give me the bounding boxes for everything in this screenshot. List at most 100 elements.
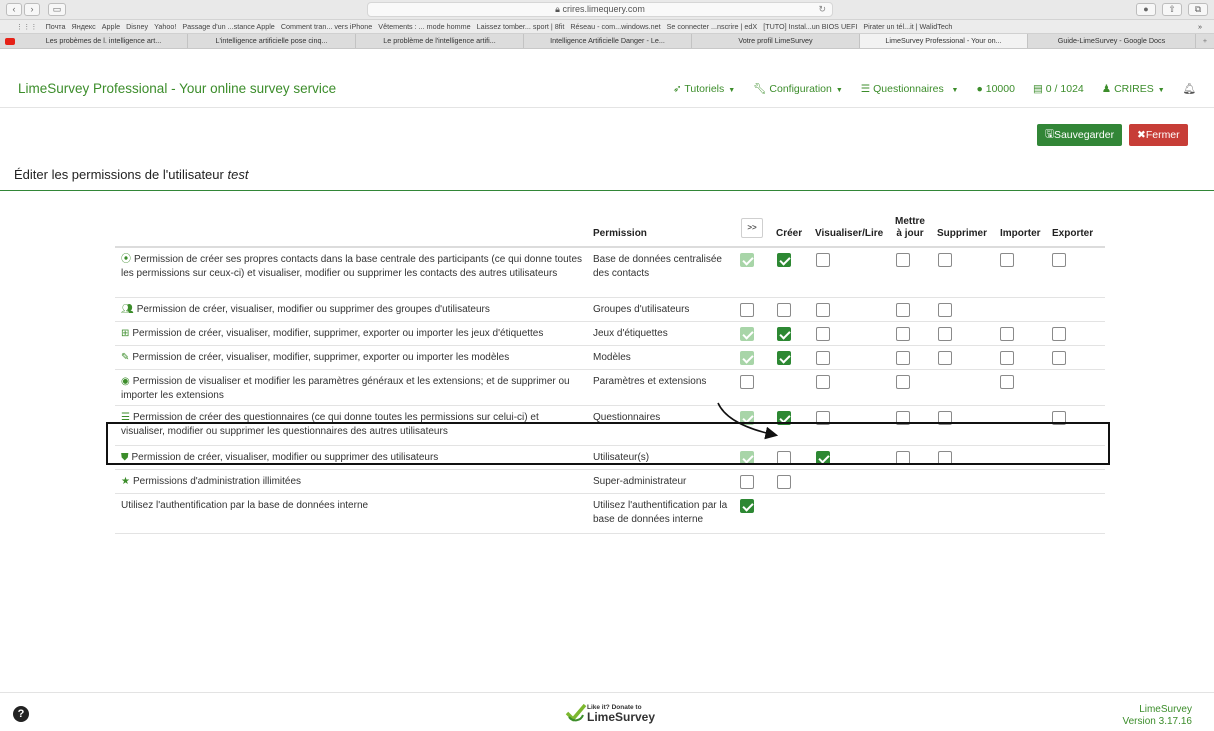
browser-tab[interactable]: Intelligence Artificielle Danger - Le... xyxy=(524,34,692,48)
checkbox-export[interactable] xyxy=(1052,351,1066,365)
checkbox-create[interactable] xyxy=(777,327,791,341)
bookmark[interactable]: [TUTO] Instal...un BIOS UEFI xyxy=(763,22,857,31)
menu-storage[interactable]: ▤ 0 / 1024 xyxy=(1033,83,1084,95)
bookmark[interactable]: Laissez tomber... sport | 8fit xyxy=(477,22,565,31)
donate-link[interactable]: Like it? Donate to LimeSurvey xyxy=(565,703,655,723)
browser-tab[interactable]: Les probèmes de l. intelligence art... xyxy=(20,34,188,48)
browser-tab[interactable]: Guide-LimeSurvey - Google Docs xyxy=(1028,34,1196,48)
bookmark[interactable]: Pirater un tél...it | WalidTech xyxy=(863,22,952,31)
permission-name: Utilisez l'authentification par la base … xyxy=(593,500,728,525)
checkbox-create[interactable] xyxy=(777,475,791,489)
header-read: Visualiser/Lire xyxy=(815,228,884,239)
checkbox-import[interactable] xyxy=(1000,375,1014,389)
checkbox-update[interactable] xyxy=(896,303,910,317)
checkbox-read[interactable] xyxy=(816,253,830,267)
back-icon[interactable]: ‹ xyxy=(6,3,22,16)
new-tab-icon[interactable]: + xyxy=(1196,34,1214,48)
checkbox-update[interactable] xyxy=(896,327,910,341)
checkbox-update[interactable] xyxy=(896,351,910,365)
save-button[interactable]: 🖫︎ Sauvegarder xyxy=(1037,124,1123,146)
checkbox-all[interactable] xyxy=(740,303,754,317)
checkbox-delete[interactable] xyxy=(938,303,952,317)
bookmark[interactable]: Yahoo! xyxy=(154,22,176,31)
bookmark[interactable]: Réseau - com...windows.net xyxy=(570,22,660,31)
table-row: Utilisez l'authentification par la base … xyxy=(115,494,1105,534)
bell-icon[interactable]: 🔔︎ xyxy=(1183,82,1196,95)
checkbox-read[interactable] xyxy=(816,327,830,341)
close-icon: ✖ xyxy=(1137,129,1146,141)
table-row: ◉ Permission de visualiser et modifier le… xyxy=(115,370,1105,406)
header-export: Exporter xyxy=(1052,228,1094,239)
brand-title[interactable]: LimeSurvey Professional - Your online su… xyxy=(18,81,336,96)
browser-tab[interactable]: L'intelligence artificielle pose cinq... xyxy=(188,34,356,48)
checkbox-update[interactable] xyxy=(896,253,910,267)
checkbox-delete[interactable] xyxy=(938,253,952,267)
checkbox-all[interactable] xyxy=(740,475,754,489)
bookmark[interactable]: Disney xyxy=(126,22,148,31)
checkbox-all[interactable] xyxy=(740,375,754,389)
bookmark[interactable]: Почта xyxy=(46,22,66,31)
permission-description-text: Utilisez l'authentification par la base … xyxy=(121,500,369,511)
checkbox-delete[interactable] xyxy=(938,351,952,365)
reload-icon[interactable]: ↻ xyxy=(818,3,826,16)
menu-surveys[interactable]: ☰ Questionnaires ▼ xyxy=(861,83,959,95)
menu-configuration[interactable]: 🔧︎ Configuration ▼ xyxy=(753,82,843,95)
limesurvey-logo-icon xyxy=(565,703,587,723)
menu-tutorials[interactable]: ➶ Tutoriels ▼ xyxy=(673,83,735,95)
menu-surveys-label: Questionnaires xyxy=(873,82,944,95)
bookmark[interactable]: Vêtements : ... mode homme xyxy=(378,22,470,31)
download-icon[interactable]: ● xyxy=(1136,3,1156,16)
checkbox-export[interactable] xyxy=(1052,253,1066,267)
bookmark[interactable]: Comment tran... vers iPhone xyxy=(281,22,372,31)
browser-tab-active[interactable]: LimeSurvey Professional - Your on... xyxy=(860,34,1028,48)
permission-description-text: Permission de visualiser et modifier les… xyxy=(121,376,570,401)
browser-tab[interactable]: Le problème de l'intelligence artifi... xyxy=(356,34,524,48)
checkbox-delete[interactable] xyxy=(938,327,952,341)
checkbox-create[interactable] xyxy=(777,303,791,317)
bookmark[interactable]: Passage d'un ...stance Apple xyxy=(182,22,274,31)
address-bar[interactable]: 🔒︎ crires.limequery.com ↻ xyxy=(367,2,833,17)
checkbox-import[interactable] xyxy=(1000,327,1014,341)
checkbox-read[interactable] xyxy=(816,351,830,365)
toggle-all-button[interactable]: >> xyxy=(741,218,763,238)
bookmarks-bar: ⋮⋮⋮ Почта Яндекс Apple Disney Yahoo! Pas… xyxy=(0,20,1214,34)
permission-name: Modèles xyxy=(593,352,631,363)
checkbox-create[interactable] xyxy=(777,253,791,267)
checkbox-create[interactable] xyxy=(777,351,791,365)
permission-description-text: Permission de créer ses propres contacts… xyxy=(121,254,583,279)
checkbox-import[interactable] xyxy=(1000,351,1014,365)
checkbox-all[interactable] xyxy=(740,351,754,365)
menu-responses[interactable]: ● 10000 xyxy=(976,83,1014,95)
permission-description: 👥︎ Permission de créer, visualiser, modif… xyxy=(121,303,583,317)
permission-name: Paramètres et extensions xyxy=(593,376,707,387)
bookmark[interactable]: Яндекс xyxy=(72,22,96,31)
table-row: 👥︎ Permission de créer, visualiser, modif… xyxy=(115,298,1105,322)
bookmark[interactable]: Se connecter ...nscrire | edX xyxy=(667,22,758,31)
youtube-icon[interactable] xyxy=(0,34,20,48)
share-icon[interactable]: ⇧ xyxy=(1162,3,1182,16)
close-button[interactable]: ✖ Fermer xyxy=(1129,124,1188,146)
tabs-overview-icon[interactable]: ⧉ xyxy=(1188,3,1208,16)
checkbox-read[interactable] xyxy=(816,303,830,317)
templates-icon: ✎ xyxy=(121,352,130,363)
app-version: Version 3.17.16 xyxy=(1122,716,1193,727)
version-info[interactable]: LimeSurvey Version 3.17.16 xyxy=(1123,704,1193,728)
checkbox-all[interactable] xyxy=(740,253,754,267)
sidebar-icon[interactable]: ▭ xyxy=(48,3,66,16)
checkbox-export[interactable] xyxy=(1052,327,1066,341)
checkbox-import[interactable] xyxy=(1000,253,1014,267)
menu-user[interactable]: ♟ CRIRES ▼ xyxy=(1102,83,1165,95)
checkbox-read[interactable] xyxy=(816,375,830,389)
header-import: Importer xyxy=(1000,228,1041,239)
more-bookmarks-icon[interactable]: » xyxy=(1198,22,1202,31)
caret-down-icon: ▼ xyxy=(1155,86,1165,94)
checkbox-update[interactable] xyxy=(896,375,910,389)
checkbox-all[interactable] xyxy=(740,327,754,341)
browser-tab[interactable]: Votre profil LimeSurvey xyxy=(692,34,860,48)
bookmark[interactable]: Apple xyxy=(102,22,120,31)
grid-icon[interactable]: ⋮⋮⋮ xyxy=(16,22,38,31)
forward-icon[interactable]: › xyxy=(24,3,40,16)
help-icon[interactable]: ? xyxy=(13,706,29,722)
responses-count: 10000 xyxy=(985,82,1015,95)
checkbox-all[interactable] xyxy=(740,499,754,513)
